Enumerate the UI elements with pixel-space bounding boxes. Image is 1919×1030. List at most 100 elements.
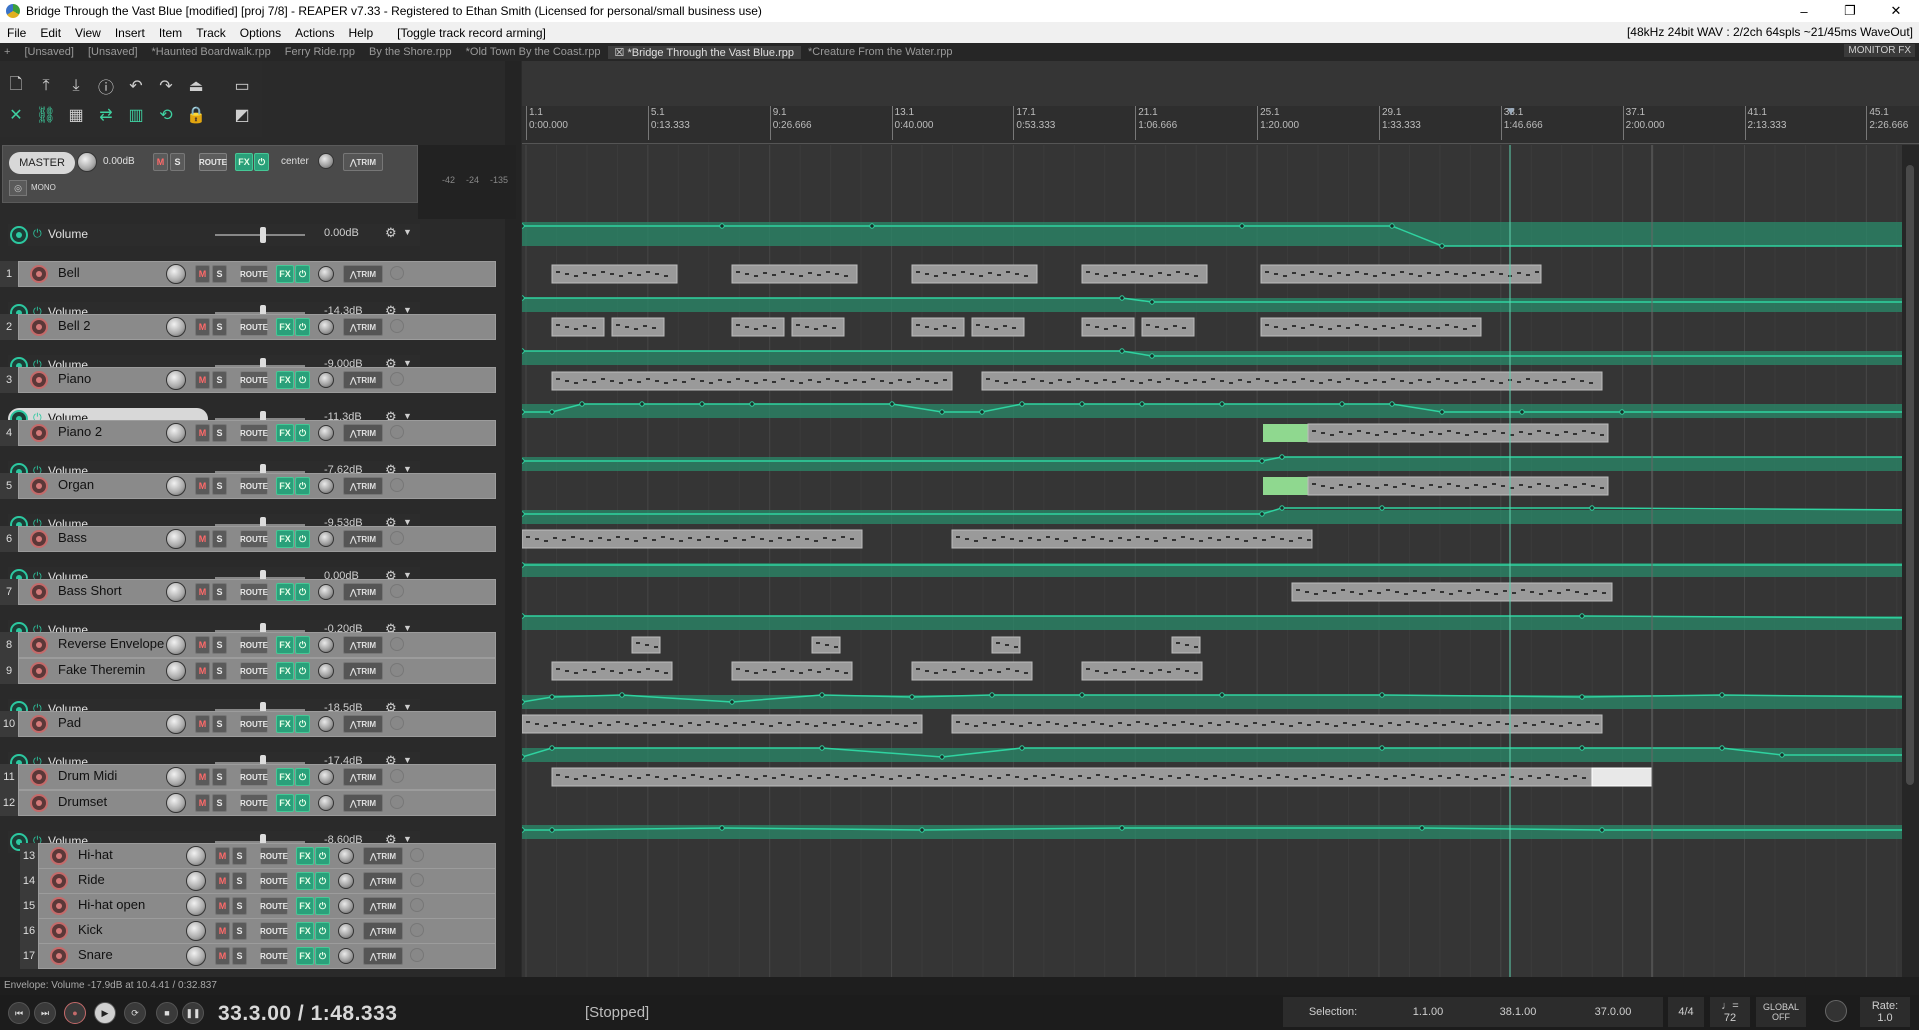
solo-button[interactable]: S	[212, 371, 227, 389]
go-to-start-icon[interactable]: ⏮	[8, 1002, 30, 1024]
pan-knob[interactable]	[318, 663, 334, 679]
master-name[interactable]: MASTER	[9, 152, 75, 174]
envelope-point[interactable]	[1019, 401, 1025, 407]
phase-icon[interactable]	[390, 769, 404, 783]
track-row[interactable]: 8 Reverse Envelope M S ROUTE FX ⏻ ⋀TRIM	[0, 632, 500, 658]
track-name[interactable]: Ride	[78, 872, 168, 887]
envelope-point[interactable]	[719, 825, 725, 831]
media-item[interactable]	[551, 317, 605, 337]
track-row[interactable]: 2 Bell 2 M S ROUTE FX ⏻ ⋀TRIM	[0, 314, 500, 340]
envelope-point[interactable]	[1259, 458, 1265, 464]
envelope-point[interactable]	[719, 223, 725, 229]
envelope-point[interactable]	[939, 409, 945, 415]
menu-actions[interactable]: Actions	[288, 26, 341, 40]
volume-knob[interactable]	[166, 529, 186, 549]
record-arm-icon[interactable]	[30, 794, 48, 812]
fx-button[interactable]: FX	[276, 715, 294, 733]
envelope-point[interactable]	[819, 745, 825, 751]
trim-button[interactable]: ⋀TRIM	[343, 768, 383, 786]
envelope-point[interactable]	[729, 699, 735, 705]
fx-button[interactable]: FX	[276, 477, 294, 495]
save-project-icon[interactable]: ⤓	[64, 74, 88, 98]
mute-button[interactable]: M	[215, 947, 230, 965]
ruler-marker[interactable]: 29.1 1:33.333	[1378, 106, 1421, 140]
mute-button[interactable]: M	[215, 922, 230, 940]
solo-button[interactable]: S	[212, 636, 227, 654]
ruler-marker[interactable]: 5.1 0:13.333	[647, 106, 690, 140]
envelope-mode-icon[interactable]: ◩	[230, 103, 254, 127]
phase-icon[interactable]	[410, 923, 424, 937]
selection-start[interactable]: 1.1.00	[1383, 997, 1473, 1027]
ripple-edit-icon[interactable]: ⇄	[94, 103, 118, 127]
record-arm-icon[interactable]	[30, 530, 48, 548]
track-name[interactable]: Organ	[58, 477, 168, 492]
envelope-point[interactable]	[1439, 243, 1445, 249]
record-arm-icon[interactable]	[30, 477, 48, 495]
phase-icon[interactable]	[390, 478, 404, 492]
track-row[interactable]: 12 Drumset M S ROUTE FX ⏻ ⋀TRIM	[0, 790, 500, 816]
record-arm-icon[interactable]	[30, 371, 48, 389]
envelope-point[interactable]	[1119, 825, 1125, 831]
trim-button[interactable]: ⋀TRIM	[343, 371, 383, 389]
pan-knob[interactable]	[318, 319, 334, 335]
undo-icon[interactable]: ↶	[124, 74, 148, 98]
phase-icon[interactable]	[390, 425, 404, 439]
route-button[interactable]: ROUTE	[240, 477, 268, 495]
ruler-marker[interactable]: 37.1 2:00.000	[1622, 106, 1665, 140]
envelope-point[interactable]	[1389, 223, 1395, 229]
media-item-selected[interactable]	[1591, 767, 1653, 787]
fx-button[interactable]: FX	[276, 530, 294, 548]
envelope-point[interactable]	[1419, 825, 1425, 831]
volume-knob[interactable]	[166, 317, 186, 337]
track-name[interactable]: Hi-hat	[78, 847, 168, 862]
loop-icon[interactable]: ⟲	[154, 103, 178, 127]
track-row[interactable]: 14 Ride M S ROUTE FX ⏻ ⋀TRIM	[0, 868, 500, 894]
new-project-icon[interactable]: 🗋	[4, 74, 28, 98]
master-mute-button[interactable]: M	[153, 153, 168, 171]
phase-icon[interactable]	[410, 848, 424, 862]
fx-bypass-icon[interactable]: ⏻	[295, 477, 310, 495]
envelope-lane[interactable]	[522, 616, 1919, 630]
fx-button[interactable]: FX	[276, 583, 294, 601]
envelope-point[interactable]	[819, 692, 825, 698]
trim-button[interactable]: ⋀TRIM	[343, 530, 383, 548]
route-button[interactable]: ROUTE	[240, 530, 268, 548]
envelope-point[interactable]	[522, 409, 525, 415]
envelope-point[interactable]	[1079, 401, 1085, 407]
media-item[interactable]	[911, 317, 965, 337]
track-row[interactable]: 5 Organ M S ROUTE FX ⏻ ⋀TRIM	[0, 473, 500, 499]
route-button[interactable]: ROUTE	[260, 872, 288, 890]
solo-button[interactable]: S	[212, 318, 227, 336]
media-item[interactable]	[1141, 317, 1195, 337]
repeat-icon[interactable]: ⟳	[124, 1002, 146, 1024]
envelope-point[interactable]	[1779, 752, 1785, 758]
volume-knob[interactable]	[186, 846, 206, 866]
envelope-point[interactable]	[1719, 692, 1725, 698]
master-pan-knob[interactable]	[318, 153, 334, 169]
pan-knob[interactable]	[318, 795, 334, 811]
envelope-point[interactable]	[639, 401, 645, 407]
phase-icon[interactable]	[390, 372, 404, 386]
phase-icon[interactable]	[390, 795, 404, 809]
media-item[interactable]	[951, 529, 1313, 549]
solo-button[interactable]: S	[232, 872, 247, 890]
fx-bypass-icon[interactable]: ⏻	[295, 794, 310, 812]
media-item[interactable]	[951, 714, 1603, 734]
phase-icon[interactable]	[410, 898, 424, 912]
pan-knob[interactable]	[318, 425, 334, 441]
envelope-point[interactable]	[1119, 295, 1125, 301]
trim-button[interactable]: ⋀TRIM	[363, 847, 403, 865]
mute-button[interactable]: M	[195, 424, 210, 442]
envelope-point[interactable]	[549, 745, 555, 751]
track-number[interactable]: 15	[20, 893, 38, 919]
track-row[interactable]: 3 Piano M S ROUTE FX ⏻ ⋀TRIM	[0, 367, 500, 393]
solo-button[interactable]: S	[232, 897, 247, 915]
pan-knob[interactable]	[338, 948, 354, 964]
phase-icon[interactable]	[390, 531, 404, 545]
solo-button[interactable]: S	[232, 922, 247, 940]
envelope-point[interactable]	[1589, 505, 1595, 511]
gear-icon[interactable]: ⚙	[385, 225, 397, 241]
mute-button[interactable]: M	[215, 872, 230, 890]
menu-track[interactable]: Track	[189, 26, 233, 40]
close-button[interactable]: ✕	[1873, 0, 1919, 22]
